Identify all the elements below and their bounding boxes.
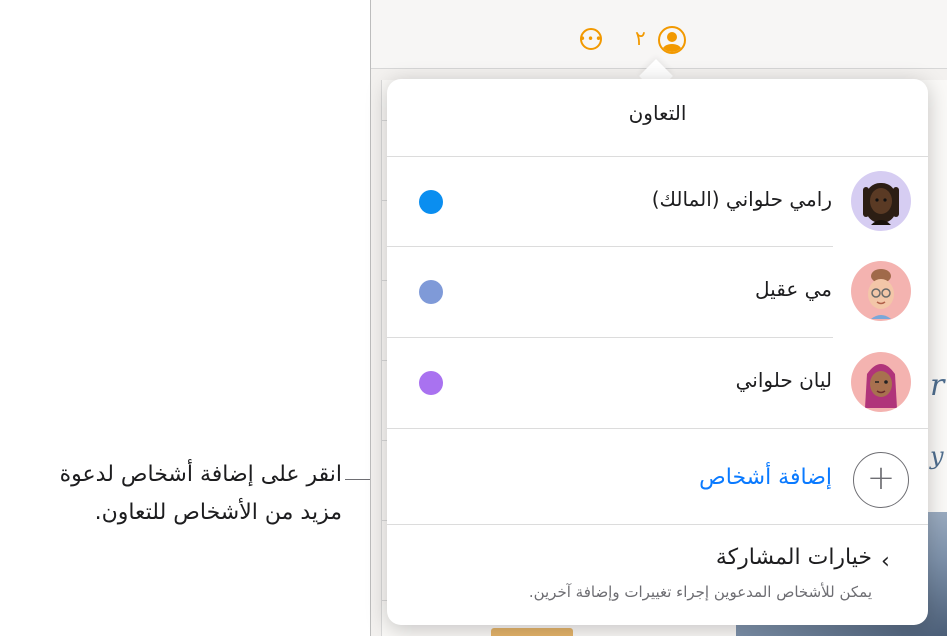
add-people-button[interactable]: + إضافة أشخاص (387, 429, 928, 525)
more-button[interactable]: ••• (578, 28, 604, 50)
add-people-label: إضافة أشخاص (699, 465, 832, 490)
memoji-avatar-icon (851, 261, 911, 321)
participant-name: رامي حلواني (المالك) (651, 187, 832, 211)
share-options-subtitle: يمكن للأشخاص المدعوين إجراء تغييرات وإضا… (528, 583, 872, 601)
chevron-left-icon: ‹ (881, 549, 890, 574)
document-text-fragment: y (930, 442, 944, 470)
ellipsis-icon: ••• (578, 32, 604, 46)
callout-text: انقر على إضافة أشخاص لدعوة مزيد من الأشخ… (12, 456, 342, 532)
callout-line-2: مزيد من الأشخاص للتعاون. (94, 500, 342, 525)
share-options-button[interactable]: ‹ خيارات المشاركة يمكن للأشخاص المدعوين … (387, 541, 928, 625)
collaboration-popover: التعاون رامي حلواني (المالك) مي عقيل ليا… (387, 79, 928, 625)
participant-color-dot (419, 371, 443, 395)
participant-name: ليان حلواني (735, 368, 832, 392)
document-text-fragment: r (930, 368, 945, 403)
plus-circle-icon: + (853, 452, 909, 508)
memoji-avatar-icon (851, 171, 911, 231)
callout-line-1: انقر على إضافة أشخاص لدعوة (59, 462, 342, 487)
participant-row[interactable]: مي عقيل (387, 247, 928, 337)
participant-name: مي عقيل (755, 277, 832, 301)
collaborator-count[interactable]: ٢ (635, 26, 646, 50)
participant-row[interactable]: ليان حلواني (387, 338, 928, 428)
toolbar: ••• ٢ (371, 0, 947, 69)
divider (387, 524, 928, 525)
participant-color-dot (419, 190, 443, 214)
document-highlight (491, 628, 573, 636)
participant-color-dot (419, 280, 443, 304)
memoji-avatar-icon (851, 352, 911, 412)
collaborate-button[interactable] (658, 26, 686, 54)
participant-row[interactable]: رامي حلواني (المالك) (387, 157, 928, 247)
popover-title: التعاون (628, 101, 687, 125)
share-options-title: خيارات المشاركة (715, 545, 872, 570)
